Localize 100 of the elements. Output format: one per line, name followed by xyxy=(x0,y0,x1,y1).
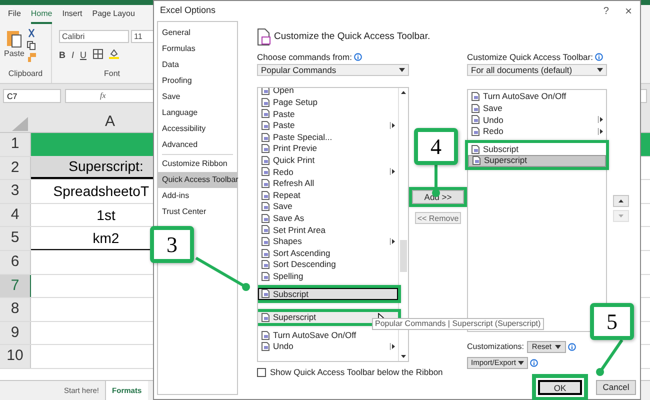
info-icon xyxy=(530,359,538,367)
copy-icon[interactable] xyxy=(27,41,36,50)
nav-item[interactable]: Data xyxy=(158,57,237,73)
command-item[interactable]: Refresh All xyxy=(258,178,398,190)
row-header[interactable]: 8 xyxy=(0,298,31,321)
toolbar-item[interactable]: Turn AutoSave On/Off xyxy=(468,91,606,103)
font-size-field[interactable]: 11 xyxy=(131,30,155,43)
move-up-button[interactable] xyxy=(613,195,629,207)
ribbon-tab[interactable]: Page Layou xyxy=(92,8,135,24)
document-icon xyxy=(261,109,270,118)
paste-label: Paste xyxy=(4,48,24,60)
formula-icon[interactable]: fx xyxy=(100,90,106,102)
field-label: Choose commands from: xyxy=(257,50,352,64)
row-header[interactable]: 1 xyxy=(0,133,31,156)
document-icon xyxy=(261,144,270,154)
command-item[interactable]: Paste xyxy=(258,108,398,120)
row-header[interactable]: 7 xyxy=(0,274,31,298)
nav-item[interactable]: Add-ins xyxy=(158,188,237,204)
name-box[interactable]: C7 xyxy=(3,89,61,103)
document-icon xyxy=(261,312,270,322)
command-item[interactable]: Set Print Area xyxy=(258,224,398,236)
cell-text: 1st xyxy=(96,206,116,225)
document-icon xyxy=(261,190,270,200)
toolbar-item[interactable]: Undo xyxy=(468,114,606,126)
cancel-button[interactable]: Cancel xyxy=(596,380,636,395)
format-button[interactable]: I xyxy=(72,49,74,62)
command-item[interactable]: Quick Print xyxy=(258,154,398,166)
document-icon xyxy=(261,330,270,340)
row-header[interactable]: 9 xyxy=(0,322,31,344)
toolbar-item[interactable]: Save xyxy=(468,102,606,114)
font-name-field[interactable]: Calibri xyxy=(59,30,129,43)
nav-item[interactable]: Accessibility xyxy=(158,121,237,137)
command-item[interactable]: Save xyxy=(258,200,398,213)
document-icon xyxy=(261,272,270,281)
remove-button[interactable]: << Remove xyxy=(415,212,461,224)
checkbox[interactable] xyxy=(257,368,266,377)
scissors-icon[interactable] xyxy=(27,29,36,38)
scope-dropdown[interactable]: For all documents (default) xyxy=(467,64,607,76)
nav-item[interactable]: Quick Access Toolbar xyxy=(158,172,237,188)
command-item[interactable]: Save As xyxy=(258,212,398,224)
command-item[interactable]: Sort Descending xyxy=(258,258,398,270)
command-item[interactable]: Redo xyxy=(258,166,398,178)
document-icon xyxy=(261,225,270,234)
document-icon xyxy=(472,156,481,166)
command-item[interactable]: Shapes xyxy=(258,236,398,248)
nav-item[interactable]: Formulas xyxy=(158,41,237,57)
dropdown-arrow-icon xyxy=(399,68,405,72)
nav-item[interactable]: Proofing xyxy=(158,73,237,89)
step-callout: 3 xyxy=(150,226,194,263)
close-button[interactable]: × xyxy=(624,2,632,20)
command-item[interactable]: Page Setup xyxy=(258,96,398,108)
document-icon xyxy=(261,132,270,142)
tooltip: Popular Commands | Superscript (Superscript) xyxy=(372,318,544,330)
row-header[interactable]: 6 xyxy=(0,250,31,274)
format-button[interactable]: B xyxy=(59,49,66,62)
command-item[interactable]: Spelling xyxy=(258,270,398,282)
step-callout: 4 xyxy=(414,128,458,165)
nav-item[interactable]: Advanced xyxy=(158,137,237,153)
document-icon xyxy=(261,289,270,298)
scroll-thumb[interactable] xyxy=(400,240,407,272)
row-header[interactable]: 3 xyxy=(0,180,31,203)
ribbon-tab[interactable]: Insert xyxy=(62,8,82,24)
ribbon-tab[interactable]: File xyxy=(8,8,21,24)
command-item[interactable]: Subscript xyxy=(258,288,398,300)
document-icon xyxy=(261,342,270,352)
nav-item[interactable]: General xyxy=(158,25,237,41)
document-icon xyxy=(261,98,270,107)
document-icon xyxy=(471,92,480,102)
commands-dropdown[interactable]: Popular Commands xyxy=(257,64,409,76)
nav-item[interactable]: Save xyxy=(158,89,237,105)
command-item[interactable]: Undo xyxy=(258,340,398,352)
help-button[interactable]: ? xyxy=(603,4,609,18)
row-header[interactable]: 5 xyxy=(0,227,31,250)
toolbar-item[interactable]: Redo xyxy=(468,126,606,138)
command-item[interactable]: Repeat xyxy=(258,189,398,201)
nav-item[interactable]: Language xyxy=(158,105,237,121)
row-header[interactable]: 4 xyxy=(0,204,31,226)
leader-line xyxy=(195,256,250,291)
format-button[interactable]: U xyxy=(80,49,87,62)
toolbar-item[interactable]: Subscript xyxy=(468,143,606,155)
command-item[interactable]: Paste xyxy=(258,120,398,132)
document-icon xyxy=(261,167,270,176)
row-header[interactable]: 10 xyxy=(0,345,31,368)
command-item[interactable]: Paste Special... xyxy=(258,131,398,143)
row-header[interactable]: 2 xyxy=(0,156,31,180)
nav-item[interactable]: Customize Ribbon xyxy=(158,156,237,172)
step-callout: 5 xyxy=(590,303,634,340)
info-icon xyxy=(354,53,362,61)
dropdown-arrow-icon xyxy=(554,345,561,349)
command-item[interactable]: Print Previe xyxy=(258,142,398,155)
command-item[interactable]: Sort Ascending xyxy=(258,247,398,259)
document-icon xyxy=(261,156,270,165)
document-icon xyxy=(471,104,480,113)
paste-icon[interactable] xyxy=(6,28,22,48)
nav-item[interactable]: Trust Center xyxy=(158,204,237,220)
ok-button[interactable]: OK xyxy=(538,380,582,395)
document-icon xyxy=(261,121,270,130)
toolbar-item[interactable]: Superscript xyxy=(468,154,606,167)
command-item[interactable]: Turn AutoSave On/Off xyxy=(258,329,398,341)
dialog-title: Excel Options xyxy=(160,4,216,18)
